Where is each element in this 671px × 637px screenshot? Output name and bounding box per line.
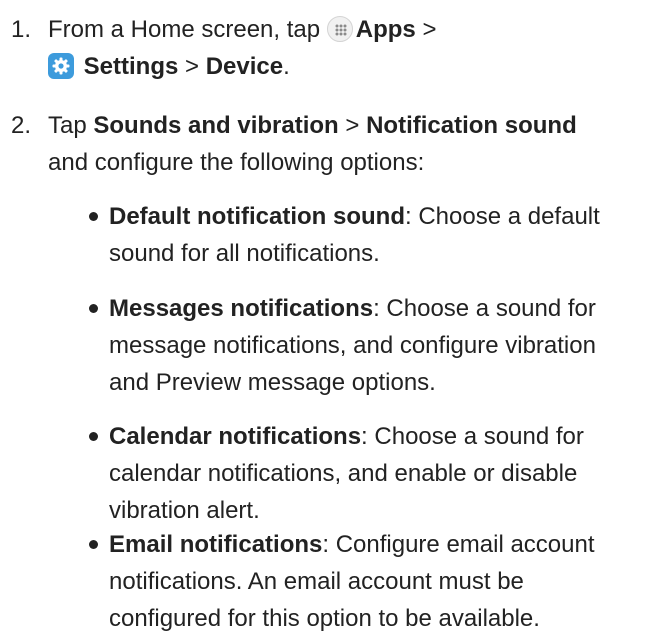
step-line: and configure the following options: bbox=[48, 149, 425, 176]
bullet-line: Calendar notifications: Choose a sound f… bbox=[109, 418, 584, 455]
step-prefix: From a Home screen, tap bbox=[48, 16, 321, 43]
step-line: Tap Sounds and vibration > Notification … bbox=[48, 107, 577, 144]
bullet-dot bbox=[89, 212, 98, 221]
bullet-line: calendar notifications, and enable or di… bbox=[109, 460, 578, 487]
notification-sound-label: Notification sound bbox=[366, 112, 577, 139]
settings-label: Settings bbox=[83, 53, 179, 80]
bullet-line: message notifications, and configure vib… bbox=[109, 332, 596, 359]
bullet-desc: : Choose a sound for bbox=[373, 295, 596, 322]
bullet-dot bbox=[89, 540, 98, 549]
bullet-desc: : Choose a sound for bbox=[361, 423, 584, 450]
settings-gear-icon bbox=[48, 52, 74, 79]
bullet-line: vibration alert. bbox=[109, 497, 260, 524]
bullet-text: Calendar notifications: Choose a sound f… bbox=[109, 418, 584, 529]
bullet-term: Messages notifications bbox=[109, 295, 374, 322]
apps-grid-icon bbox=[326, 15, 353, 42]
sounds-vibration-label: Sounds and vibration bbox=[93, 112, 339, 139]
bullet-dot bbox=[89, 304, 98, 313]
bullet-desc: : Choose a default bbox=[404, 203, 600, 230]
bullet-line: Default notification sound: Choose a def… bbox=[109, 198, 600, 235]
step-text: From a Home screen, tap Apps > Settings … bbox=[48, 11, 436, 85]
bullet-term: Calendar notifications bbox=[109, 423, 362, 450]
bullet-line: and Preview message options. bbox=[109, 369, 436, 396]
bullet-term: Default notification sound bbox=[109, 203, 405, 230]
bullet-line: notifications. An email account must be bbox=[109, 568, 524, 595]
bullet-dot bbox=[89, 432, 98, 441]
tap-word: Tap bbox=[48, 112, 87, 139]
bullet-term: Email notifications bbox=[109, 531, 323, 558]
instructions-document: 1. From a Home screen, tap Apps > Settin… bbox=[0, 0, 671, 637]
step-line: Settings > Device. bbox=[48, 48, 436, 85]
bullet-line: Email notifications: Configure email acc… bbox=[109, 526, 595, 563]
separator: > bbox=[422, 16, 437, 43]
bullet-text: Default notification sound: Choose a def… bbox=[109, 198, 600, 272]
period: . bbox=[283, 53, 290, 80]
bullet-text: Messages notifications: Choose a sound f… bbox=[109, 290, 596, 401]
separator: > bbox=[345, 112, 360, 139]
bullet-text: Email notifications: Configure email acc… bbox=[109, 526, 595, 637]
bullet-line: configured for this option to be availab… bbox=[109, 605, 540, 632]
step-text: Tap Sounds and vibration > Notification … bbox=[48, 107, 577, 181]
apps-label: Apps bbox=[355, 16, 416, 43]
bullet-line: Messages notifications: Choose a sound f… bbox=[109, 290, 596, 327]
step-number: 1. bbox=[11, 16, 32, 43]
bullet-line: sound for all notifications. bbox=[109, 240, 380, 267]
bullet-desc: : Configure email account bbox=[322, 531, 595, 558]
step-number: 2. bbox=[11, 112, 32, 139]
separator: > bbox=[185, 53, 200, 80]
step-line: From a Home screen, tap Apps > bbox=[48, 11, 436, 48]
device-label: Device bbox=[205, 53, 284, 80]
